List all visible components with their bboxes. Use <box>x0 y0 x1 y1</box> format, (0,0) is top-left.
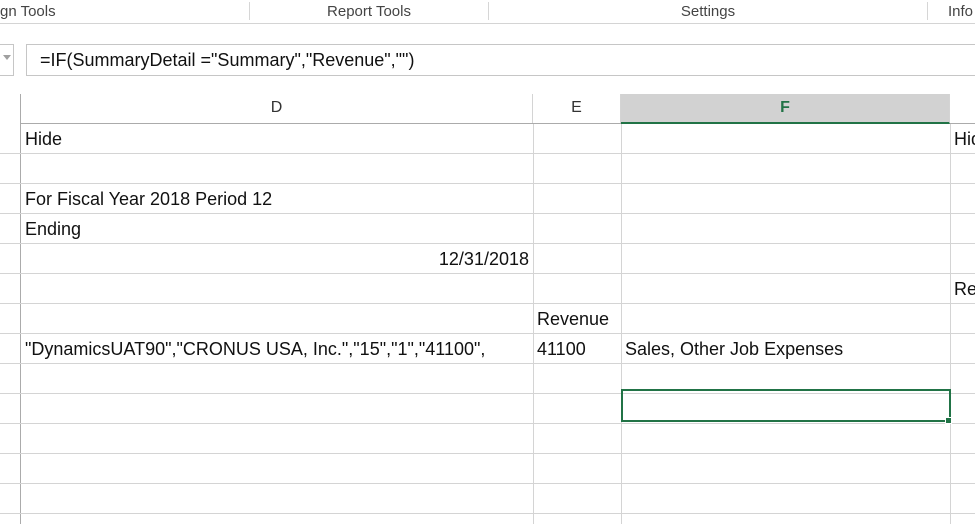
chevron-down-icon[interactable] <box>3 55 11 60</box>
ribbon-group-info[interactable]: Info <box>948 0 975 24</box>
row-header-divider <box>0 513 21 514</box>
row-header-divider <box>0 423 21 424</box>
row-header-divider <box>0 453 21 454</box>
cell-d-ending[interactable]: Ending <box>21 214 533 244</box>
row-header-divider <box>0 393 21 394</box>
row-header-divider <box>0 273 21 274</box>
column-header-g[interactable] <box>950 94 975 123</box>
row-header-divider <box>0 153 21 154</box>
ribbon-group-settings[interactable]: Settings <box>489 0 927 24</box>
gridline <box>21 423 975 424</box>
cell-d-date[interactable]: 12/31/2018 <box>21 244 533 274</box>
gridline <box>21 303 975 304</box>
gridline <box>21 483 975 484</box>
name-box[interactable] <box>0 44 14 76</box>
cell-d-fiscal-year[interactable]: For Fiscal Year 2018 Period 12 <box>21 184 533 214</box>
gridline <box>950 124 951 524</box>
cell-e-account[interactable]: 41100 <box>533 334 621 364</box>
row-header-divider <box>0 183 21 184</box>
column-header-f[interactable]: F <box>621 94 950 124</box>
row-header-divider <box>0 483 21 484</box>
cell-g-hide[interactable]: Hide <box>950 124 975 154</box>
row-header-divider <box>0 243 21 244</box>
fill-handle[interactable] <box>945 417 952 424</box>
ribbon-group-design-tools[interactable]: gn Tools <box>0 0 70 24</box>
cell-d-hide[interactable]: Hide <box>21 124 533 154</box>
ribbon-group-report-tools[interactable]: Report Tools <box>250 0 488 24</box>
gridline <box>21 513 975 514</box>
cell-f-account-name[interactable]: Sales, Other Job Expenses <box>621 334 950 364</box>
column-header-e[interactable]: E <box>533 94 621 123</box>
ribbon-group-labels: gn Tools Report Tools Settings Info <box>0 0 975 24</box>
row-header-column[interactable] <box>0 94 21 524</box>
column-header-d[interactable]: D <box>21 94 533 123</box>
ribbon-separator <box>927 2 928 20</box>
row-header-divider <box>0 333 21 334</box>
cell-d-report-key[interactable]: "DynamicsUAT90","CRONUS USA, Inc.","15",… <box>21 334 533 364</box>
cell-g-re[interactable]: Re <box>950 274 975 304</box>
gridline <box>21 453 975 454</box>
row-header-divider <box>0 303 21 304</box>
formula-input[interactable]: =IF(SummaryDetail ="Summary","Revenue","… <box>26 44 975 76</box>
active-cell-selection[interactable] <box>621 389 951 422</box>
row-header-divider <box>0 363 21 364</box>
row-header-divider <box>0 213 21 214</box>
cell-e-revenue[interactable]: Revenue <box>533 304 623 334</box>
